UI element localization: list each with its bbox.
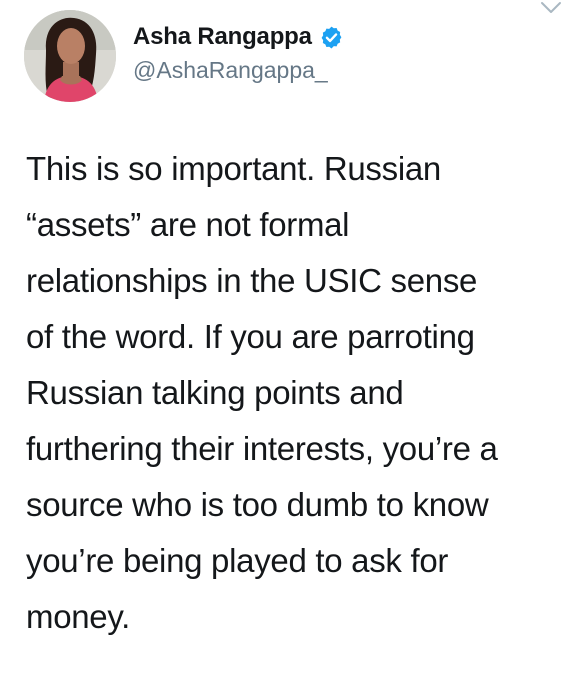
author-name-row[interactable]: Asha Rangappa — [133, 22, 344, 52]
tweet-text-line: Russian talking points and — [26, 374, 404, 411]
chevron-down-icon[interactable] — [539, 0, 563, 16]
avatar[interactable] — [24, 10, 116, 102]
tweet-text-line: relationships in the USIC sense — [26, 262, 478, 299]
tweet-text-line: “assets” are not formal — [26, 206, 350, 243]
display-name[interactable]: Asha Rangappa — [133, 23, 312, 51]
profile-photo — [24, 10, 116, 102]
verified-badge-icon — [319, 25, 344, 50]
tweet-text: This is so important. Russian “assets” a… — [26, 141, 571, 645]
tweet-card: Asha Rangappa @AshaRangappa_ This is so … — [0, 0, 582, 680]
tweet-text-line: source who is too dumb to know — [26, 486, 489, 523]
tweet-text-line: of the word. If you are parroting — [26, 318, 475, 355]
author-handle[interactable]: @AshaRangappa_ — [133, 57, 328, 84]
tweet-text-line: furthering their interests, you’re a — [26, 430, 498, 467]
tweet-text-line: you’re being played to ask for — [26, 542, 449, 579]
tweet-text-line: This is so important. Russian — [26, 150, 441, 187]
tweet-text-line: money. — [26, 598, 130, 635]
